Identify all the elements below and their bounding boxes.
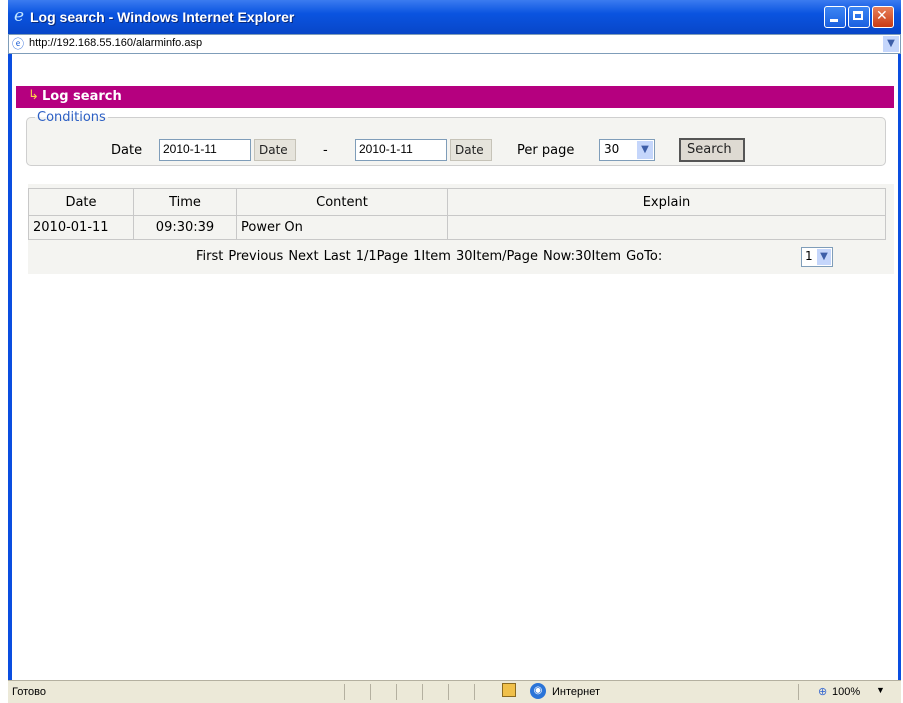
column-header-content: Content [236, 188, 448, 216]
table-row: 2010-01-11 09:30:39 Power On [28, 215, 886, 240]
address-url[interactable]: http://192.168.55.160/alarminfo.asp [29, 37, 202, 49]
pager-item-count: 1Item [413, 249, 451, 264]
pager-page-info: 1/1Page [355, 249, 409, 264]
column-header-explain: Explain [447, 188, 886, 216]
status-divider [448, 684, 449, 700]
pager-items-per-page: 30Item/Page [455, 249, 538, 264]
window-title: Log search - Windows Internet Explorer [30, 9, 295, 25]
per-page-value: 30 [604, 142, 620, 156]
column-header-time: Time [133, 188, 237, 216]
chevron-down-icon[interactable]: ▼ [637, 141, 653, 159]
cell-time: 09:30:39 [133, 215, 237, 240]
status-divider [474, 684, 475, 700]
pager-goto-label: GoTo: [626, 249, 663, 264]
goto-value: 1 [805, 249, 813, 263]
status-divider [344, 684, 345, 700]
status-bar: Готово ◉ Интернет ⊕ 100% ▼ [8, 680, 901, 703]
minimize-button[interactable] [824, 6, 846, 28]
table-header-row: Date Time Content Explain [28, 188, 886, 216]
date-to-input[interactable]: 2010-1-11 [355, 139, 447, 161]
arrow-icon: ↳ [28, 88, 39, 103]
title-bar[interactable]: e Log search - Windows Internet Explorer [8, 0, 901, 34]
chevron-down-icon[interactable]: ▼ [883, 36, 899, 52]
window-frame-right [898, 54, 901, 680]
date-from-input[interactable]: 2010-1-11 [159, 139, 251, 161]
pager: First Previous Next Last 1/1Page 1Item 30Item/… [196, 249, 667, 264]
status-divider [396, 684, 397, 700]
pager-previous-link[interactable]: Previous [228, 249, 283, 264]
date-label: Date [111, 143, 143, 158]
conditions-row: Date 2010-1-11 Date - 2010-1-11 Date Per… [27, 138, 887, 165]
page-header: ↳ Log search [16, 86, 894, 108]
cell-date: 2010-01-11 [28, 215, 134, 240]
log-table: Date Time Content Explain 2010-01-11 09:… [28, 188, 886, 240]
status-text: Готово [12, 686, 46, 698]
browser-window: e Log search - Windows Internet Explorer… [8, 0, 901, 703]
zoom-icon[interactable]: ⊕ [818, 685, 827, 698]
chevron-down-icon[interactable]: ▼ [817, 249, 831, 265]
status-divider [370, 684, 371, 700]
status-divider [798, 684, 799, 700]
zoom-level[interactable]: 100% [832, 686, 860, 698]
conditions-legend: Conditions [37, 110, 106, 125]
pager-now: Now:30Item [542, 249, 622, 264]
chevron-down-icon[interactable]: ▼ [876, 685, 885, 695]
search-button[interactable]: Search [679, 138, 745, 162]
cell-content: Power On [236, 215, 448, 240]
date-to-button[interactable]: Date [450, 139, 492, 161]
page-title: Log search [42, 89, 122, 104]
protected-mode-icon[interactable] [502, 683, 516, 697]
column-header-date: Date [28, 188, 134, 216]
per-page-label: Per page [517, 143, 575, 158]
pager-first-link[interactable]: First [196, 249, 223, 264]
close-button[interactable] [872, 6, 894, 28]
goto-select[interactable]: 1 ▼ [801, 247, 833, 267]
page-content: ↳ Log search Conditions Date 2010-1-11 D… [12, 54, 898, 680]
maximize-button[interactable] [848, 6, 870, 28]
globe-icon: ◉ [530, 683, 546, 699]
page-icon: ⓔ [12, 37, 25, 51]
pager-next-link[interactable]: Next [288, 249, 318, 264]
pager-last-link[interactable]: Last [324, 249, 351, 264]
conditions-panel: Conditions Date 2010-1-11 Date - 2010-1-… [26, 110, 886, 166]
address-bar[interactable]: ⓔ http://192.168.55.160/alarminfo.asp ▼ [8, 34, 901, 54]
date-from-button[interactable]: Date [254, 139, 296, 161]
cell-explain [447, 215, 886, 240]
date-separator: - [323, 143, 328, 158]
per-page-select[interactable]: 30 ▼ [599, 139, 655, 161]
status-divider [422, 684, 423, 700]
security-zone[interactable]: Интернет [552, 686, 600, 698]
